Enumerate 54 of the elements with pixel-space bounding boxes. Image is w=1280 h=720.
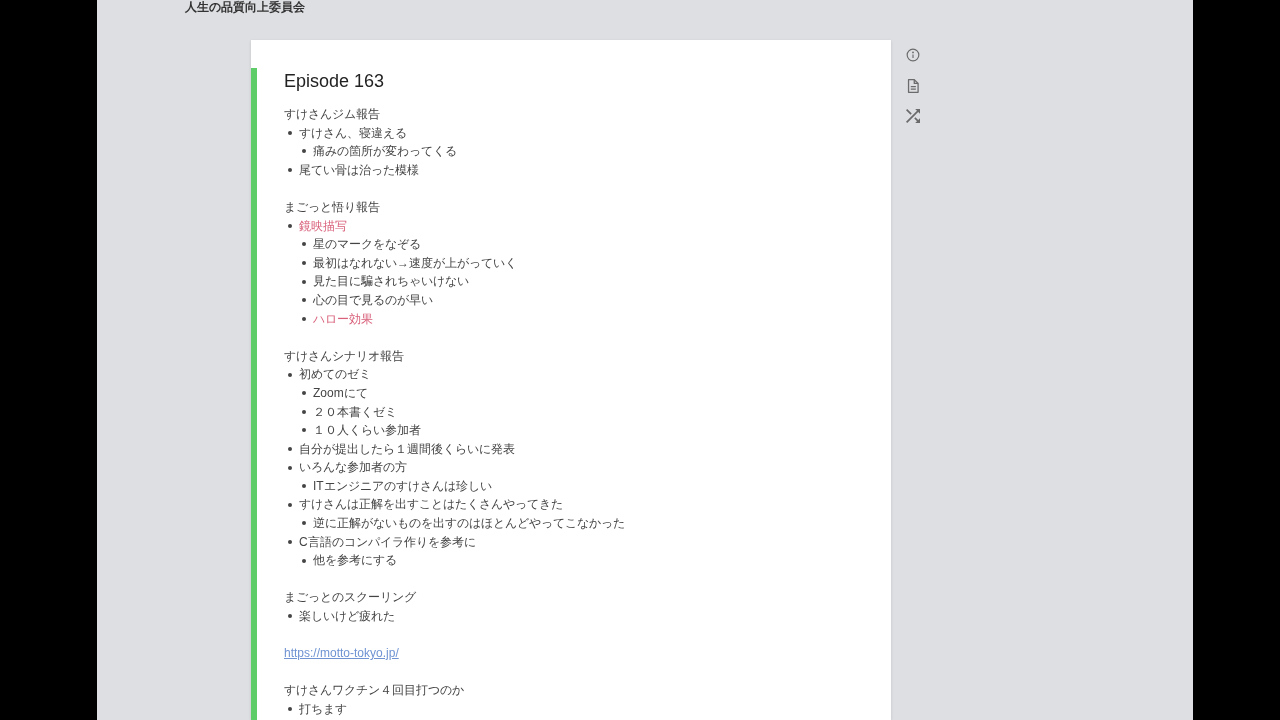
list-item-text: 最初はなれない→速度が上がっていく [313,254,517,272]
list-item-text: 星のマークをなぞる [313,236,421,254]
list-item-text: Zoomにて [313,384,368,402]
note-title: Episode 163 [284,70,385,93]
bullet-icon [302,279,306,284]
section-heading: すけさんジム報告 [284,106,380,123]
bullet-icon [302,149,306,154]
list-item-text: 打ちます [299,701,347,718]
list-item-text: 見た目に騙されちゃいけない [313,273,469,291]
list-item-text: １０人くらい参加者 [313,422,421,440]
bullet-icon [302,558,306,563]
list-item-text: 痛みの箇所が変わってくる [313,143,457,161]
bullet-icon [302,242,306,247]
bullet-icon [302,316,306,321]
bullet-icon [288,223,292,228]
list-item-text: 逆に正解がないものを出すのはほとんどやってこなかった [313,515,625,533]
list-item-text: いろんな参加者の方 [299,459,407,477]
list-item-text: 楽しいけど疲れた [299,608,395,626]
list-item-text: 他を参考にする [313,552,397,570]
list-item-text: 鏡映描写 [299,217,347,235]
info-icon[interactable] [906,48,920,62]
bullet-icon [288,465,292,470]
bullet-icon [288,502,292,507]
bullet-icon [302,261,306,266]
bullet-icon [288,539,292,544]
document-icon[interactable] [906,78,920,93]
bullet-icon [288,372,292,377]
section-heading: すけさんシナリオ報告 [284,347,404,365]
bullet-icon [288,130,292,135]
list-item-text: C言語のコンパイラ作りを参考に [299,533,476,551]
section-heading: まごっと悟り報告 [284,198,380,216]
section-heading: まごっとのスクーリング [284,589,416,607]
list-item-text: 初めてのゼミ [299,366,371,384]
bullet-icon [302,428,306,433]
section-heading: すけさんワクチン４回目打つのか [284,682,464,700]
list-item-text: 心の目で見るのが早い [313,291,433,309]
list-item-text: ハロー効果 [313,310,373,328]
bullet-icon [288,168,292,173]
bullet-icon [302,409,306,414]
list-item-text: すけさんは正解を出すことはたくさんやってきた [299,496,563,514]
bullet-icon [288,614,292,619]
bullet-icon [288,447,292,451]
list-item-text: 自分が提出したら１週間後くらいに発表 [299,440,515,458]
bullet-icon [302,484,306,489]
site-title[interactable]: 人生の品質向上委員会 [185,0,305,14]
bullet-icon [302,521,306,526]
list-item-text: すけさん、寝違える [299,124,407,142]
bullet-icon [302,298,306,303]
bullet-icon [302,391,306,396]
list-item-text: ITエンジニアのすけさんは珍しい [313,477,492,495]
bullet-icon [288,707,292,712]
list-item-text: 尾てい骨は治った模様 [299,161,419,179]
list-item-text: ２０本書くゼミ [313,403,397,421]
shuffle-icon[interactable] [906,109,920,123]
